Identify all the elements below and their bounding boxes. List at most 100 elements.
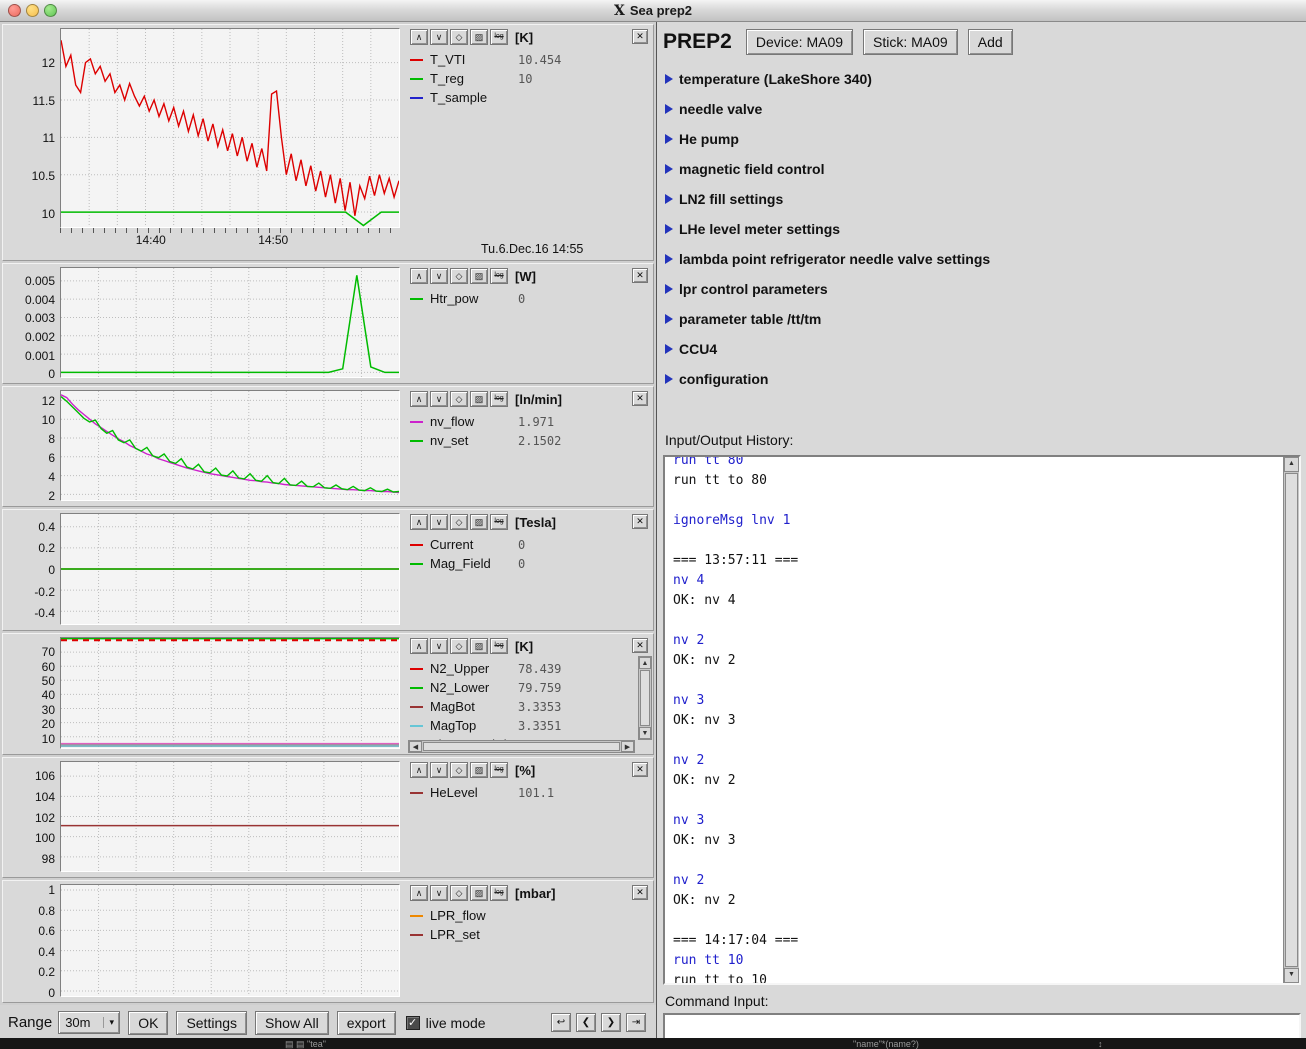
scale-up-button[interactable]: ∧ [410, 268, 428, 284]
tree-item[interactable]: LHe level meter settings [665, 214, 1298, 244]
plot-area[interactable] [60, 637, 400, 749]
command-input[interactable] [663, 1013, 1301, 1040]
scale-down-button[interactable]: ∨ [430, 391, 448, 407]
scale-down-button[interactable]: ∨ [430, 268, 448, 284]
expand-triangle-icon[interactable] [665, 254, 673, 264]
expand-triangle-icon[interactable] [665, 374, 673, 384]
scale-up-button[interactable]: ∧ [410, 638, 428, 654]
page-right-button[interactable]: ❯ [601, 1013, 621, 1032]
close-icon[interactable]: ✕ [632, 885, 648, 900]
tree-item[interactable]: lpr control parameters [665, 274, 1298, 304]
scroll-right-icon[interactable]: ▶ [621, 741, 634, 752]
tree-item[interactable]: temperature (LakeShore 340) [665, 64, 1298, 94]
plot-area[interactable] [60, 761, 400, 872]
log-scale-button[interactable]: log [490, 762, 508, 778]
legend-row[interactable]: MagBot3.3353 [410, 697, 649, 716]
window-zoom-button[interactable] [44, 4, 57, 17]
legend-row[interactable]: T_sample [410, 88, 649, 107]
options-button[interactable]: ▨ [470, 268, 488, 284]
log-scale-button[interactable]: log [490, 638, 508, 654]
legend-row[interactable]: Mag_Field0 [410, 554, 649, 573]
log-scale-button[interactable]: log [490, 885, 508, 901]
window-minimize-button[interactable] [26, 4, 39, 17]
legend-row[interactable]: T_reg10 [410, 69, 649, 88]
tree-item[interactable]: LN2 fill settings [665, 184, 1298, 214]
options-button[interactable]: ▨ [470, 762, 488, 778]
log-scale-button[interactable]: log [490, 29, 508, 45]
add-button[interactable]: Add [968, 29, 1013, 55]
legend-row[interactable]: HeLevel101.1 [410, 783, 649, 802]
scale-up-button[interactable]: ∧ [410, 391, 428, 407]
close-icon[interactable]: ✕ [632, 268, 648, 283]
scale-down-button[interactable]: ∨ [430, 885, 448, 901]
tree-item[interactable]: lambda point refrigerator needle valve s… [665, 244, 1298, 274]
tree-item[interactable]: needle valve [665, 94, 1298, 124]
scale-up-button[interactable]: ∧ [410, 762, 428, 778]
close-icon[interactable]: ✕ [632, 638, 648, 653]
legend-vertical-scrollbar[interactable]: ▲▼ [638, 656, 652, 740]
close-icon[interactable]: ✕ [632, 762, 648, 777]
options-button[interactable]: ▨ [470, 885, 488, 901]
expand-triangle-icon[interactable] [665, 314, 673, 324]
legend-row[interactable]: N2_Upper78.439 [410, 659, 649, 678]
log-scale-button[interactable]: log [490, 391, 508, 407]
scroll-left-icon[interactable]: ◀ [409, 741, 422, 752]
autoscale-button[interactable]: ◇ [450, 514, 468, 530]
ok-button[interactable]: OK [128, 1011, 168, 1035]
scroll-thumb[interactable] [640, 670, 650, 726]
plot-area[interactable] [60, 28, 400, 228]
plot-area[interactable] [60, 513, 400, 625]
io-history-scrollbar[interactable]: ▲ ▼ [1283, 457, 1299, 983]
legend-row[interactable]: MagTop3.3351 [410, 716, 649, 735]
export-button[interactable]: export [337, 1011, 396, 1035]
legend-row[interactable]: Htr_pow0 [410, 289, 649, 308]
scale-down-button[interactable]: ∨ [430, 762, 448, 778]
scroll-thumb[interactable] [423, 742, 620, 751]
legend-row[interactable]: nv_flow1.971 [410, 412, 649, 431]
scroll-down-icon[interactable]: ▼ [639, 727, 651, 739]
scale-up-button[interactable]: ∧ [410, 29, 428, 45]
close-icon[interactable]: ✕ [632, 29, 648, 44]
expand-triangle-icon[interactable] [665, 134, 673, 144]
scroll-thumb[interactable] [1285, 473, 1298, 967]
return-button[interactable]: ↩ [551, 1013, 571, 1032]
scale-down-button[interactable]: ∨ [430, 638, 448, 654]
tree-item[interactable]: configuration [665, 364, 1298, 394]
scale-down-button[interactable]: ∨ [430, 514, 448, 530]
options-button[interactable]: ▨ [470, 29, 488, 45]
expand-triangle-icon[interactable] [665, 224, 673, 234]
window-titlebar[interactable]: X Sea prep2 [0, 0, 1306, 22]
scroll-up-icon[interactable]: ▲ [639, 657, 651, 669]
options-button[interactable]: ▨ [470, 638, 488, 654]
legend-row[interactable]: nv_set2.1502 [410, 431, 649, 450]
legend-row[interactable]: T_VTI10.454 [410, 50, 649, 69]
plot-area[interactable] [60, 390, 400, 501]
tree-item[interactable]: parameter table /tt/tm [665, 304, 1298, 334]
expand-triangle-icon[interactable] [665, 104, 673, 114]
autoscale-button[interactable]: ◇ [450, 885, 468, 901]
autoscale-button[interactable]: ◇ [450, 268, 468, 284]
range-select[interactable]: 30m ▾ [58, 1011, 120, 1034]
tree-item[interactable]: CCU4 [665, 334, 1298, 364]
log-scale-button[interactable]: log [490, 514, 508, 530]
legend-row[interactable]: N2_Lower79.759 [410, 678, 649, 697]
options-button[interactable]: ▨ [470, 391, 488, 407]
close-icon[interactable]: ✕ [632, 514, 648, 529]
autoscale-button[interactable]: ◇ [450, 391, 468, 407]
scale-up-button[interactable]: ∧ [410, 885, 428, 901]
tree-item[interactable]: He pump [665, 124, 1298, 154]
expand-triangle-icon[interactable] [665, 74, 673, 84]
page-end-button[interactable]: ⇥ [626, 1013, 646, 1032]
scale-down-button[interactable]: ∨ [430, 29, 448, 45]
expand-triangle-icon[interactable] [665, 164, 673, 174]
legend-horizontal-scrollbar[interactable]: ◀▶ [408, 740, 635, 753]
expand-triangle-icon[interactable] [665, 344, 673, 354]
options-button[interactable]: ▨ [470, 514, 488, 530]
show-all-button[interactable]: Show All [255, 1011, 329, 1035]
legend-row[interactable]: LPR_set [410, 925, 649, 944]
expand-triangle-icon[interactable] [665, 194, 673, 204]
io-history-box[interactable]: run tt 80run tt to 80 ignoreMsg lnv 1 ==… [663, 455, 1301, 985]
expand-triangle-icon[interactable] [665, 284, 673, 294]
legend-row[interactable]: LPR_flow [410, 906, 649, 925]
plot-area[interactable] [60, 884, 400, 997]
